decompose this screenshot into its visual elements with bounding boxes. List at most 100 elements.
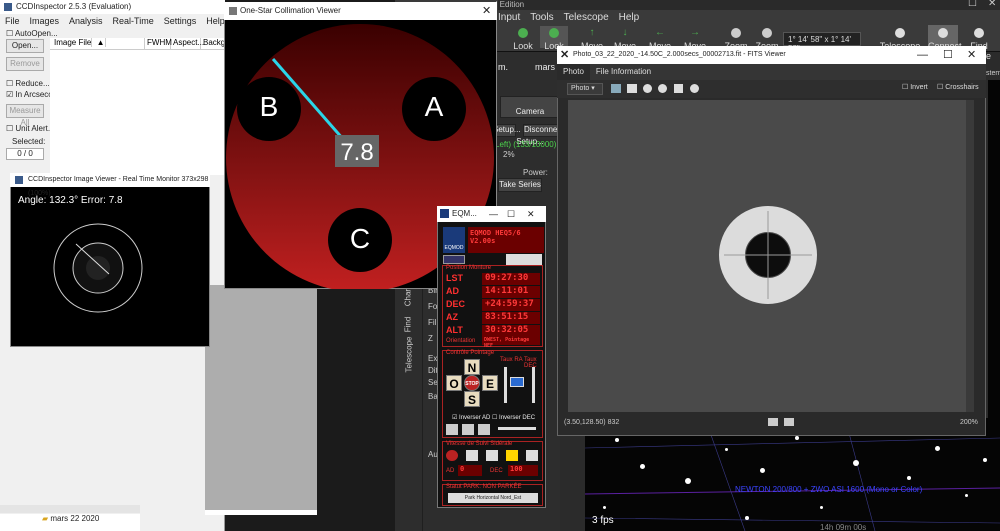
fit-icon[interactable] [627,84,637,93]
auto-open-checkbox[interactable]: ☐ AutoOpen... [6,29,58,38]
tracking-dec-input[interactable]: 100 [508,465,538,476]
minimize-icon[interactable]: — [917,46,928,64]
park-status: Statut PARK: NON PARKÉE [446,484,522,490]
telescope-tab[interactable]: Telescope [405,336,414,372]
star [725,448,728,451]
star [745,516,749,520]
remove-button[interactable]: Remove [6,57,44,71]
park-button[interactable]: Park Horizontal Nord_Est [448,493,538,503]
image-icon[interactable] [611,84,621,93]
eqmod-titlebar: EQM... — ☐ ✕ [437,206,546,222]
zoom-out-icon[interactable] [658,84,667,93]
image-viewer-titlebar: CCDInspector Image Viewer - Real Time Mo… [10,173,210,197]
checkbox-label: Unit Alert... [15,124,55,133]
measure-all-button[interactable]: Measure All [6,104,44,127]
selected-label: Selected: [12,137,46,146]
look-up-button[interactable]: Look Up [540,26,568,61]
star-icon[interactable] [466,450,478,461]
in-arcsec-checkbox[interactable]: ☑ In Arcseco [6,90,53,99]
unit-alert-checkbox[interactable]: ☐ Unit Alert... [6,124,55,133]
north-button[interactable]: N [464,359,480,375]
stop-tracking-icon[interactable] [446,450,458,461]
fits-image[interactable] [568,100,966,412]
col-image-file[interactable]: Image File ▲ [50,38,145,49]
viewer-border [205,510,317,515]
zoom-in-icon[interactable] [643,84,652,93]
close-icon[interactable]: ✕ [967,46,976,64]
east-button[interactable]: E [482,375,498,391]
col-background[interactable]: Backgr [201,38,228,49]
connect-icon[interactable] [443,255,465,264]
info-icon[interactable] [690,84,699,93]
image-viewer-background [205,285,317,515]
maximize-icon[interactable]: ☐ [507,206,515,222]
star [615,438,619,442]
inverse-ra-checkbox[interactable]: ☑ Inverser AD [452,414,490,421]
disconnect-button[interactable]: Disconnect [523,124,564,137]
tracking-ad-input[interactable]: 0 [458,465,482,476]
ra-rate-slider[interactable] [504,367,507,403]
maximize-icon[interactable]: ☐ [968,0,977,9]
chart-tab[interactable]: Chart [403,287,412,307]
look-west-icon [518,28,528,38]
tab-file-information[interactable]: File Information [590,64,657,80]
menu-tools[interactable]: Tools [530,12,553,24]
field-of-view-select[interactable]: 1° 14' 58" x 1° 14' 58" [783,32,861,53]
reduce-checkbox[interactable]: ☐ Reduce... [6,79,50,88]
menu-file[interactable]: File [5,16,20,26]
image-table[interactable] [50,50,225,175]
inverse-dec-checkbox[interactable]: ☐ Inverser DEC [492,414,535,421]
maximize-icon[interactable]: ☐ [943,46,953,64]
menu-images[interactable]: Images [30,16,60,26]
next-icon[interactable] [784,418,794,426]
real-time-monitor-image [53,223,143,313]
arrow-down-icon: ↓ [622,27,628,38]
filter-label: Fil [428,318,437,327]
expand-button[interactable] [506,254,542,265]
az-value: 83:51:15 [482,312,540,324]
grid-icon[interactable] [462,424,474,435]
image-table-header: Image File ▲ FWHM Aspect... Backgr [50,38,228,50]
home-icon[interactable] [446,424,458,435]
slew-rate-slider[interactable] [498,427,536,430]
prev-icon[interactable] [768,418,778,426]
col-aspect[interactable]: Aspect... [171,38,204,49]
menu-help[interactable]: Help [206,16,225,26]
take-series-tab[interactable]: Take Series [498,178,542,192]
invert-checkbox[interactable]: ☐ Invert [902,83,928,91]
camera-setup-button[interactable]: Camera Setup... [500,96,560,146]
tab-photo[interactable]: Photo [557,64,590,80]
list-icon[interactable] [478,424,490,435]
vertical-scrollbar[interactable] [966,100,974,412]
west-button[interactable]: O [446,375,462,391]
custom-rate-icon[interactable] [526,450,538,461]
menu-telescope[interactable]: Telescope [564,12,609,24]
close-icon[interactable]: ✕ [482,2,491,20]
menu-settings[interactable]: Settings [164,16,197,26]
rate-select[interactable] [510,377,524,387]
find-tab[interactable]: Find [403,317,412,333]
minimize-icon[interactable]: — [489,206,498,222]
stop-button[interactable]: STOP [464,375,480,391]
fits-toolbar: Photo ▾ ☐ Invert ☐ Crosshairs [557,80,986,98]
moon-icon[interactable] [486,450,498,461]
menu-real-time[interactable]: Real-Time [113,16,154,26]
dec-rate-slider[interactable] [532,367,535,403]
menu-help[interactable]: Help [619,12,640,24]
display-mode-select[interactable]: Photo ▾ [567,83,603,95]
flag-icon[interactable] [674,84,683,93]
close-icon[interactable]: ✕ [527,206,535,222]
col-fwhm[interactable]: FWHM [145,38,172,49]
sun-icon[interactable] [506,450,518,461]
horizontal-scrollbar[interactable] [0,505,140,513]
tracking-ad-label: AD [446,468,455,474]
close-icon[interactable]: ✕ [988,0,996,9]
fps-readout: 3 fps [592,515,614,526]
eqmod-logo: EQMOD [443,227,465,253]
crosshairs-checkbox[interactable]: ☐ Crosshairs [937,83,979,91]
menu-analysis[interactable]: Analysis [69,16,103,26]
south-button[interactable]: S [464,391,480,407]
menu-input[interactable]: Input [498,12,520,24]
tree-item-mars[interactable]: mars 22 2020 [50,514,99,523]
open-button[interactable]: Open... [6,39,44,53]
